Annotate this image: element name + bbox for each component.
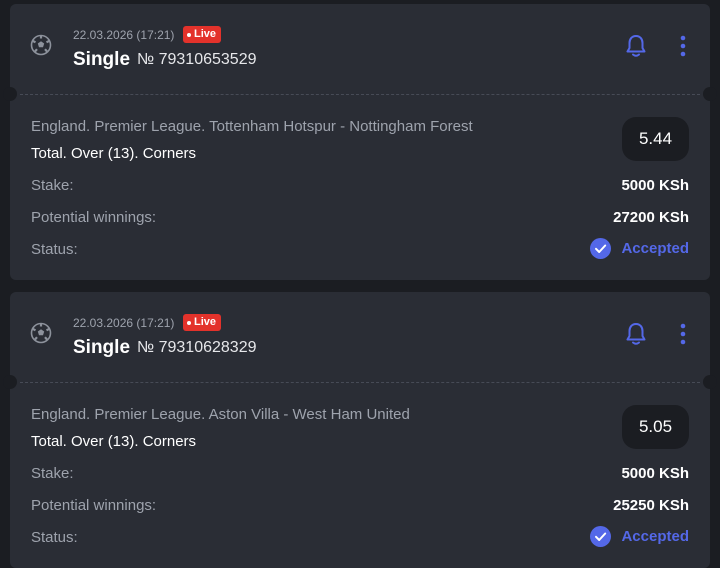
bet-card[interactable]: 22.03.2026 (17:21) Live Single № 7931062…	[3, 292, 717, 568]
status-value: Accepted	[621, 240, 689, 257]
live-dot-icon	[187, 32, 191, 37]
status-indicator: Accepted	[590, 238, 689, 259]
check-circle-icon	[590, 526, 612, 547]
ticket-notch	[703, 87, 717, 101]
dashed-divider	[20, 94, 700, 95]
bell-icon[interactable]	[622, 320, 650, 348]
more-vertical-icon[interactable]	[674, 32, 692, 60]
winnings-label: Potential winnings:	[31, 209, 157, 226]
status-value: Accepted	[621, 528, 689, 545]
soccer-ball-icon	[30, 34, 52, 56]
odds-badge: 5.05	[622, 405, 689, 449]
status-label: Status:	[31, 529, 78, 546]
stake-value: 5000 KSh	[621, 465, 689, 482]
more-vertical-icon[interactable]	[674, 320, 692, 348]
live-badge: Live	[183, 26, 222, 43]
winnings-value: 25250 KSh	[613, 497, 689, 514]
market-name: Total. Over (13). Corners	[31, 145, 197, 162]
check-circle-icon	[590, 238, 612, 259]
bet-date: 22.03.2026 (17:21)	[73, 316, 175, 330]
bet-type: Single	[73, 337, 131, 358]
ticket-notch	[3, 375, 17, 389]
live-label: Live	[194, 28, 217, 40]
event-name: England. Premier League. Aston Villa - W…	[31, 406, 410, 423]
status-indicator: Accepted	[590, 526, 689, 547]
live-label: Live	[194, 316, 217, 328]
bet-number: № 79310628329	[137, 339, 257, 356]
bet-number: № 79310653529	[137, 51, 257, 68]
live-badge: Live	[183, 314, 222, 331]
winnings-label: Potential winnings:	[31, 497, 157, 514]
market-name: Total. Over (13). Corners	[31, 433, 197, 450]
bet-card[interactable]: 22.03.2026 (17:21) Live Single № 7931065…	[3, 4, 717, 280]
bet-date: 22.03.2026 (17:21)	[73, 28, 175, 42]
winnings-value: 27200 KSh	[613, 209, 689, 226]
ticket-notch	[3, 87, 17, 101]
stake-value: 5000 KSh	[621, 177, 689, 194]
status-label: Status:	[31, 241, 78, 258]
stake-label: Stake:	[31, 177, 74, 194]
bell-icon[interactable]	[622, 32, 650, 60]
stake-label: Stake:	[31, 465, 74, 482]
dashed-divider	[20, 382, 700, 383]
event-name: England. Premier League. Tottenham Hotsp…	[31, 118, 473, 135]
ticket-notch	[703, 375, 717, 389]
live-dot-icon	[187, 320, 191, 325]
bet-type: Single	[73, 49, 131, 70]
soccer-ball-icon	[30, 322, 52, 344]
odds-badge: 5.44	[622, 117, 689, 161]
